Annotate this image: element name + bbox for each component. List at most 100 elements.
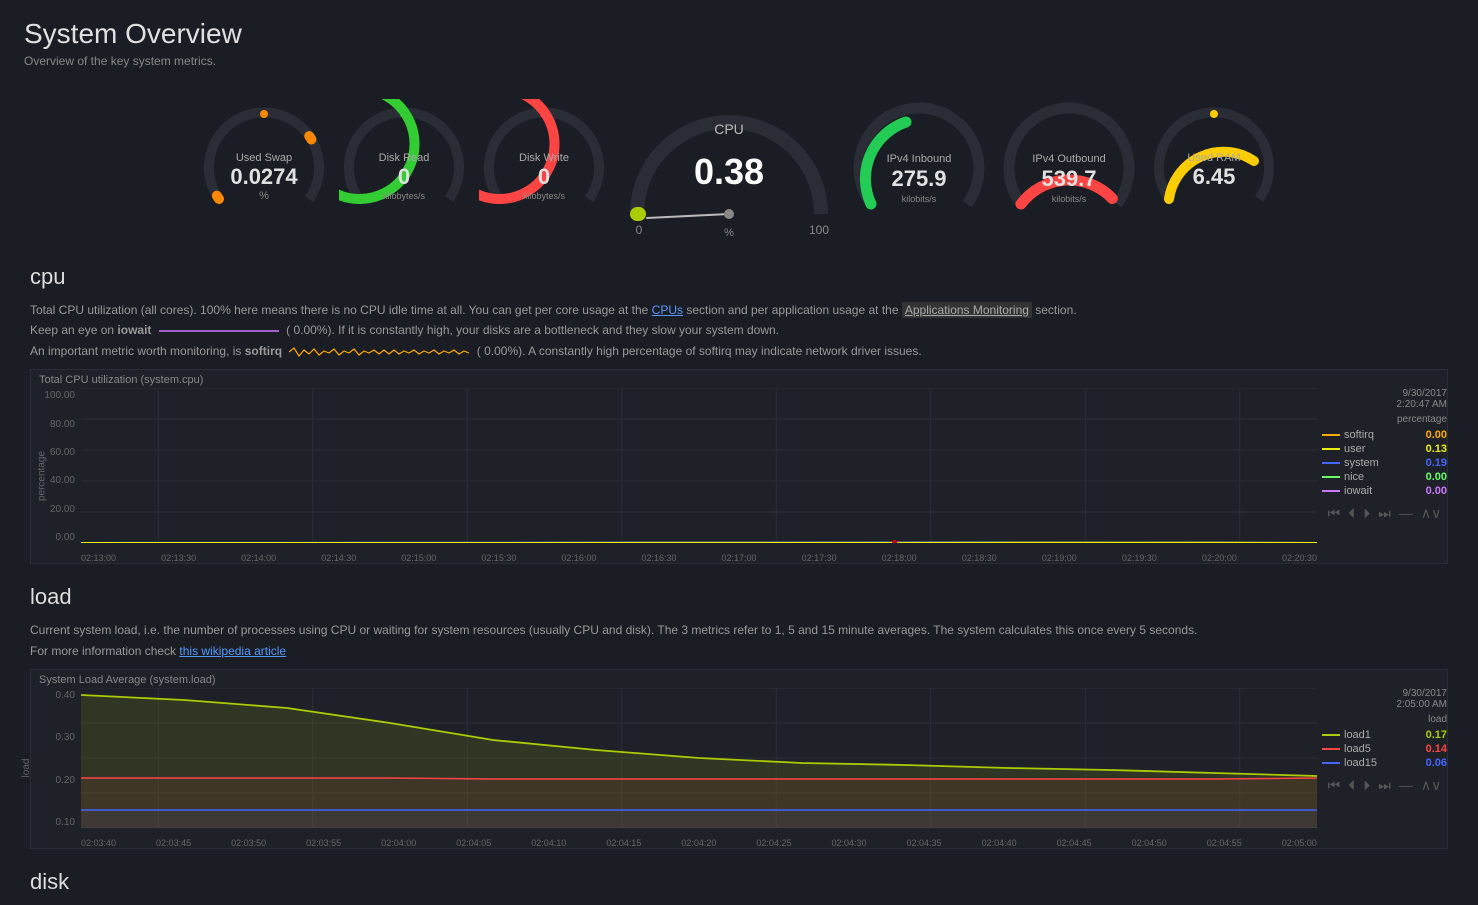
svg-text:Disk Read: Disk Read [379,152,430,164]
cpu-section-title: cpu [30,264,1448,290]
svg-text:0.0274: 0.0274 [230,164,298,189]
chart-nav-last[interactable]: ⏭ [1378,505,1391,522]
load-chart-nav-first[interactable]: ⏮ [1328,777,1341,794]
load-y-axis: 0.40 0.30 0.20 0.10 [31,688,79,828]
load-chart-container: System Load Average (system.load) 0.40 0… [30,669,1448,849]
cpu-chart-title: Total CPU utilization (system.cpu) [31,370,1447,388]
softirq-color-swatch [1322,434,1340,436]
svg-text:Used Swap: Used Swap [236,152,292,164]
load-desc-text1: Current system load, i.e. the number of … [30,623,1197,637]
load-legend: 9/30/2017 2:05:00 AM load load1 0.17 loa… [1322,688,1447,794]
svg-text:0.38: 0.38 [694,151,764,192]
cpu-legend: 9/30/2017 2:20:47 AM percentage softirq … [1322,388,1447,522]
svg-text:0: 0 [636,223,643,237]
chart-nav-prev[interactable]: ⏴ [1348,505,1355,522]
chart-nav-next[interactable]: ⏵ [1363,505,1370,522]
load-legend-header: load [1322,714,1447,725]
legend-user: user 0.13 [1322,443,1447,455]
load-chart-title: System Load Average (system.load) [31,670,1447,688]
gauges-row: Used Swap 0.0274 % Disk Read 0 kilobytes… [0,74,1478,254]
cpu-timestamp: 9/30/2017 2:20:47 AM [1322,388,1447,410]
legend-nice: nice 0.00 [1322,471,1447,483]
load5-color-swatch [1322,748,1340,750]
svg-text:6.45: 6.45 [1193,164,1236,189]
disk-read-gauge: Disk Read 0 kilobytes/s [339,99,469,229]
page-subtitle: Overview of the key system metrics. [24,54,1454,68]
load-desc-text2: For more information check [30,644,179,658]
iowait-sparkline [159,323,279,339]
svg-text:Disk Write: Disk Write [519,152,569,164]
load-section-title: load [30,584,1448,610]
cpu-iowait-text: Keep an eye on iowait [30,323,155,337]
used-ram-gauge: Used RAM 6.45 [1149,99,1279,229]
svg-text:0: 0 [538,164,550,189]
load-chart-nav-zoom-out[interactable]: — [1399,777,1413,794]
load-section: load Current system load, i.e. the numbe… [0,574,1478,849]
disk-section-title: disk [30,869,1448,895]
ipv4-inbound-gauge: IPv4 Inbound 275.9 kilobits/s [849,94,989,234]
svg-text:CPU: CPU [714,121,744,137]
svg-text:kilobytes/s: kilobytes/s [383,191,426,201]
legend-load5: load5 0.14 [1322,743,1447,755]
svg-text:275.9: 275.9 [891,166,946,191]
used-swap-gauge: Used Swap 0.0274 % [199,99,329,229]
svg-text:kilobits/s: kilobits/s [902,194,937,204]
svg-text:kilobits/s: kilobits/s [1052,194,1087,204]
svg-text:0: 0 [398,164,410,189]
legend-iowait: iowait 0.00 [1322,485,1447,497]
cpu-desc-text3: section. [1032,303,1077,317]
load-chart-nav-expand[interactable]: ∧∨ [1421,777,1442,794]
load-x-labels: 02:03:40 02:03:45 02:03:50 02:03:55 02:0… [81,838,1317,848]
cpu-section-desc: Total CPU utilization (all cores). 100% … [30,300,1448,361]
softirq-word: softirq [245,344,282,358]
load15-color-swatch [1322,762,1340,764]
disk-write-gauge: Disk Write 0 kilobytes/s [479,99,609,229]
load-chart-nav-prev[interactable]: ⏴ [1348,777,1355,794]
legend-load15: load15 0.06 [1322,757,1447,769]
user-color-swatch [1322,448,1340,450]
load-section-desc: Current system load, i.e. the number of … [30,620,1448,661]
svg-text:539.7: 539.7 [1041,166,1096,191]
cpu-chart-container: Total CPU utilization (system.cpu) 100.0… [30,369,1448,564]
svg-text:Used RAM: Used RAM [1187,152,1240,164]
legend-system: system 0.19 [1322,457,1447,469]
svg-text:IPv4 Inbound: IPv4 Inbound [887,153,952,165]
cpu-legend-header: percentage [1322,414,1447,425]
cpu-desc-text2: section and per application usage at the [683,303,902,317]
cpu-chart-svg [81,388,1317,543]
svg-text:%: % [724,227,734,239]
svg-text:kilobytes/s: kilobytes/s [523,191,566,201]
softirq-pct: ( 0.00%). A constantly high percentage o… [477,344,922,358]
nice-color-swatch [1322,476,1340,478]
chart-nav-expand[interactable]: ∧∨ [1421,505,1442,522]
svg-text:100: 100 [809,223,829,237]
app-monitoring-link[interactable]: Applications Monitoring [902,302,1032,318]
load-y-label: load [21,759,32,778]
page-header: System Overview Overview of the key syst… [0,0,1478,74]
cpu-gauge: CPU 0.38 0 100 % [619,84,839,244]
legend-softirq: softirq 0.00 [1322,429,1447,441]
load-timestamp: 9/30/2017 2:05:00 AM [1322,688,1447,710]
disk-section-hint: disk [0,859,1478,895]
cpu-y-label: percentage [37,451,48,501]
load-chart-nav-next[interactable]: ⏵ [1363,777,1370,794]
softirq-text: An important metric worth monitoring, is… [30,344,285,358]
load1-color-swatch [1322,734,1340,736]
chart-nav-zoom-out[interactable]: — [1399,505,1413,522]
cpu-chart-controls[interactable]: ⏮ ⏴ ⏵ ⏭ — ∧∨ [1322,505,1447,522]
load-chart-nav-last[interactable]: ⏭ [1378,777,1391,794]
ipv4-outbound-gauge: IPv4 Outbound 539.7 kilobits/s [999,94,1139,234]
load-chart-controls[interactable]: ⏮ ⏴ ⏵ ⏭ — ∧∨ [1322,777,1447,794]
cpu-section: cpu Total CPU utilization (all cores). 1… [0,254,1478,564]
page-title: System Overview [24,18,1454,50]
cpu-desc-text1: Total CPU utilization (all cores). 100% … [30,303,652,317]
chart-nav-first[interactable]: ⏮ [1328,505,1341,522]
iowait-word: iowait [117,323,151,337]
system-color-swatch [1322,462,1340,464]
wikipedia-link[interactable]: this wikipedia article [179,644,286,658]
load-chart-svg [81,688,1317,828]
legend-load1: load1 0.17 [1322,729,1447,741]
iowait-color-swatch [1322,490,1340,492]
cpus-link[interactable]: CPUs [652,303,683,317]
softirq-sparkline [289,344,469,360]
